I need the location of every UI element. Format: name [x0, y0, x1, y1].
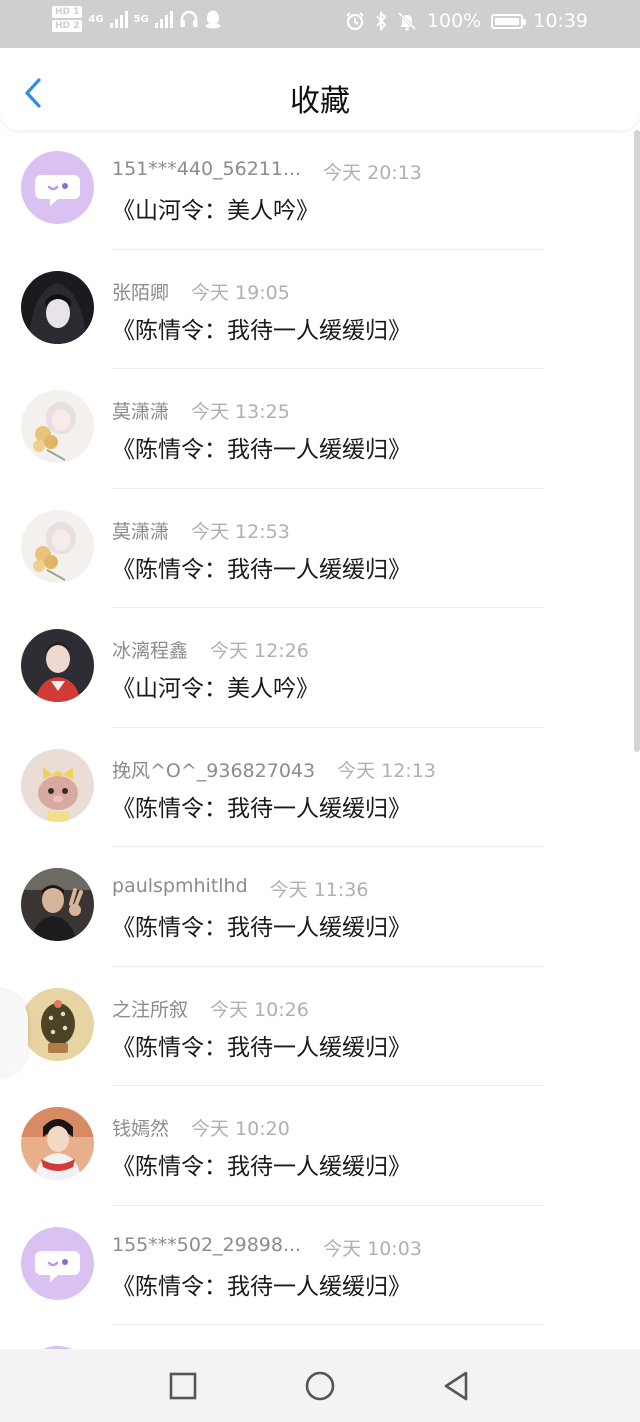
item-content: 《陈情令：我待一人缓缓归》 — [112, 915, 411, 941]
chat-bubble-avatar-icon — [21, 1226, 94, 1300]
item-content: 《山河令：美人吟》 — [112, 198, 319, 224]
status-bar-right: 100% 10:39 — [345, 10, 588, 32]
avatar[interactable] — [21, 1107, 94, 1180]
item-content: 《山河令：美人吟》 — [112, 676, 319, 702]
signal-1-icon — [109, 10, 128, 28]
bluetooth-icon — [376, 11, 387, 31]
list-item[interactable]: 莫潇潇 今天 13:25 《陈情令：我待一人缓缓归》 — [0, 369, 640, 489]
sim1-hd-badge: HD 1 — [52, 6, 83, 18]
list-item[interactable]: paulspmhitlhd 今天 11:36 《陈情令：我待一人缓缓归》 — [0, 847, 640, 967]
hooded-character-avatar-icon — [21, 270, 94, 344]
item-content: 《陈情令：我待一人缓缓归》 — [112, 1034, 411, 1061]
person-peace-sign-avatar-icon — [21, 868, 94, 941]
square-icon[interactable] — [166, 1369, 200, 1403]
sender-name: 挽风^O^_936827043 — [112, 759, 316, 782]
favorites-list: 151***440_56211... 今天 20:13 《山河令：美人吟》 张陌… — [0, 130, 640, 1419]
status-bar-left: HD 1 HD 2 4G 5G — [52, 6, 221, 32]
avatar[interactable] — [21, 151, 94, 224]
cactus-illustration-avatar-icon — [21, 987, 94, 1061]
nav-header: 收藏 — [0, 48, 640, 130]
avatar[interactable] — [21, 509, 94, 583]
timestamp: 今天 11:36 — [269, 879, 369, 901]
timestamp: 今天 12:13 — [337, 759, 436, 782]
list-item[interactable]: 155***502_29898... 今天 10:03 《陈情令：我待一人缓缓归… — [0, 1206, 640, 1325]
timestamp: 今天 10:20 — [191, 1118, 290, 1140]
sender-name: 151***440_56211... — [112, 158, 302, 180]
timestamp: 今天 10:03 — [323, 1237, 422, 1260]
timestamp: 今天 19:05 — [191, 281, 290, 304]
headphones-icon — [180, 10, 198, 27]
system-nav-bar — [0, 1349, 640, 1422]
woman-red-scarf-avatar-icon — [21, 1107, 94, 1180]
sender-name: 张陌卿 — [112, 281, 170, 304]
sender-name: 钱嫣然 — [112, 1118, 170, 1140]
sender-name: 莫潇潇 — [112, 520, 170, 543]
avatar[interactable] — [21, 748, 94, 822]
sender-name: 冰漓程鑫 — [112, 640, 189, 662]
battery-charging-icon — [491, 13, 527, 29]
boy-red-jacket-avatar-icon — [21, 629, 94, 702]
scrollbar[interactable] — [634, 130, 640, 752]
signal-2-icon — [154, 10, 173, 28]
timestamp: 今天 20:13 — [323, 162, 422, 184]
circle-icon[interactable] — [303, 1369, 337, 1403]
status-bar: HD 1 HD 2 4G 5G 100% 10:39 — [0, 0, 640, 48]
list-item[interactable]: 151***440_56211... 今天 20:13 《山河令：美人吟》 — [0, 130, 640, 250]
chat-bubble-avatar-icon — [21, 151, 94, 224]
timestamp: 今天 12:53 — [191, 520, 290, 543]
anime-girl-flowers-avatar-icon — [21, 509, 94, 583]
battery-percent: 100% — [426, 10, 482, 32]
list-item[interactable]: 莫潇潇 今天 12:53 《陈情令：我待一人缓缓归》 — [0, 489, 640, 608]
plush-doll-avatar-icon — [21, 748, 94, 822]
item-content: 《陈情令：我待一人缓缓归》 — [112, 556, 411, 583]
avatar[interactable] — [21, 1226, 94, 1300]
list-item[interactable]: 挽风^O^_936827043 今天 12:13 《陈情令：我待一人缓缓归》 — [0, 728, 640, 847]
item-content: 《陈情令：我待一人缓缓归》 — [112, 317, 411, 344]
item-content: 《陈情令：我待一人缓缓归》 — [112, 1273, 411, 1300]
list-item[interactable]: 钱嫣然 今天 10:20 《陈情令：我待一人缓缓归》 — [0, 1086, 640, 1206]
page-title: 收藏 — [290, 84, 350, 119]
avatar[interactable] — [21, 868, 94, 941]
avatar[interactable] — [21, 629, 94, 702]
triangle-back-icon[interactable] — [440, 1369, 474, 1403]
mute-bell-icon — [397, 11, 416, 31]
sim2-hd-badge: HD 2 — [52, 20, 83, 32]
list-item[interactable]: 之注所叙 今天 10:26 《陈情令：我待一人缓缓归》 — [0, 967, 640, 1086]
item-content: 《陈情令：我待一人缓缓归》 — [112, 437, 411, 463]
network-1-label: 4G — [88, 13, 104, 25]
item-content: 《陈情令：我待一人缓缓归》 — [112, 1154, 411, 1180]
list-item[interactable]: 冰漓程鑫 今天 12:26 《山河令：美人吟》 — [0, 608, 640, 728]
timestamp: 今天 13:25 — [191, 401, 290, 423]
alarm-icon — [346, 12, 364, 31]
avatar[interactable] — [21, 987, 94, 1061]
list-item[interactable]: 张陌卿 今天 19:05 《陈情令：我待一人缓缓归》 — [0, 250, 640, 369]
sender-name: 155***502_29898... — [112, 1233, 302, 1256]
network-2-label: 5G — [133, 13, 149, 25]
avatar[interactable] — [21, 390, 94, 463]
item-content: 《陈情令：我待一人缓缓归》 — [112, 795, 411, 822]
sender-name: paulspmhitlhd — [112, 875, 248, 897]
timestamp: 今天 10:26 — [210, 998, 309, 1021]
sender-name: 之注所叙 — [112, 998, 189, 1021]
anime-girl-flowers-avatar-icon — [21, 390, 94, 463]
qq-penguin-icon — [205, 10, 221, 28]
avatar[interactable] — [21, 270, 94, 344]
timestamp: 今天 12:26 — [210, 640, 309, 662]
clock: 10:39 — [533, 10, 588, 32]
sender-name: 莫潇潇 — [112, 401, 170, 423]
